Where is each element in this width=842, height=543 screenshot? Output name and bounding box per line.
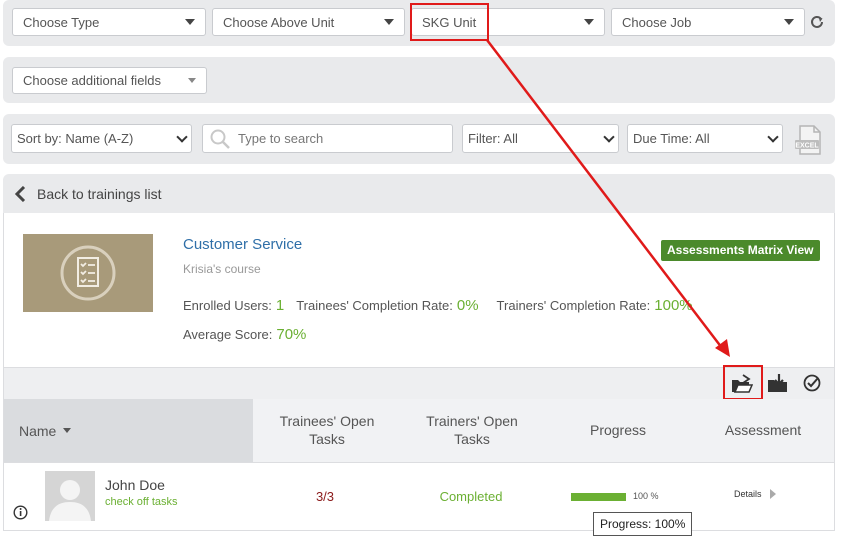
above-unit-select[interactable]: Choose Above Unit	[212, 8, 405, 36]
chevron-left-icon	[14, 186, 26, 202]
avg-label: Average Score:	[183, 327, 273, 342]
progress-value: 100 %	[633, 491, 659, 501]
average-score: Average Score: 70%	[183, 326, 306, 343]
additional-fields-label: Choose additional fields	[23, 73, 162, 88]
chevron-down-icon	[176, 130, 188, 143]
trainees-open-value: 3/3	[315, 489, 335, 504]
progress-bar	[571, 493, 626, 501]
progress-header: Progress	[589, 422, 647, 438]
check-off-tasks-link[interactable]: check off tasks	[105, 496, 178, 508]
sort-select-label: Sort by: Name (A-Z)	[17, 131, 134, 146]
progress-bar-fill	[571, 493, 626, 501]
name-column-header[interactable]: Name	[4, 399, 253, 462]
user-name[interactable]: John Doe	[105, 477, 165, 493]
caret-right-icon	[769, 489, 776, 499]
trainers-rate-label: Trainers' Completion Rate:	[496, 298, 651, 313]
avg-value: 70%	[276, 326, 307, 343]
svg-text:EXCEL: EXCEL	[795, 143, 819, 150]
trainers-open-value: Completed	[439, 489, 503, 504]
course-thumbnail	[23, 234, 153, 312]
job-select[interactable]: Choose Job	[611, 8, 805, 36]
search-icon	[210, 129, 230, 149]
above-unit-select-label: Choose Above Unit	[223, 14, 335, 30]
chevron-down-icon	[603, 130, 615, 143]
assessments-matrix-button[interactable]: Assessments Matrix View	[661, 240, 820, 261]
type-select[interactable]: Choose Type	[12, 8, 206, 36]
download-folder-icon[interactable]	[767, 373, 789, 393]
due-time-select[interactable]: Due Time: All	[627, 124, 783, 153]
filter-select[interactable]: Filter: All	[462, 124, 619, 153]
unit-highlight-box	[410, 3, 489, 41]
avatar	[45, 471, 95, 521]
sort-select[interactable]: Sort by: Name (A-Z)	[11, 124, 192, 153]
due-time-select-label: Due Time: All	[633, 131, 710, 146]
assessment-header: Assessment	[724, 422, 802, 438]
filter-select-label: Filter: All	[468, 131, 518, 146]
details-label: Details	[734, 489, 762, 499]
table-header: Name Trainees' Open Tasks Trainers' Open…	[3, 399, 835, 462]
course-stats: Enrolled Users: 1 Trainees' Completion R…	[183, 297, 693, 314]
chevron-down-icon	[384, 19, 394, 25]
checklist-icon	[60, 245, 116, 301]
progress-tooltip: Progress: 100%	[593, 512, 693, 536]
trainees-rate-value: 0%	[456, 297, 479, 314]
name-header-label: Name	[19, 422, 57, 439]
details-link[interactable]: Details	[734, 489, 776, 499]
chevron-down-icon	[767, 130, 779, 143]
trainees-rate-label: Trainees' Completion Rate:	[296, 298, 453, 313]
trainers-open-header: Trainers' Open Tasks	[426, 413, 518, 447]
chevron-down-icon	[584, 19, 594, 25]
type-select-label: Choose Type	[23, 14, 100, 30]
chevron-down-icon	[188, 78, 196, 83]
search-input[interactable]: Type to search	[202, 124, 453, 153]
additional-fields-select[interactable]: Choose additional fields	[12, 67, 207, 94]
back-to-list-link[interactable]: Back to trainings list	[14, 184, 162, 204]
sort-caret-icon	[63, 428, 72, 433]
chevron-down-icon	[185, 19, 195, 25]
course-subtitle: Krisia's course	[183, 262, 261, 276]
trainees-open-header: Trainees' Open Tasks	[279, 413, 375, 447]
course-title[interactable]: Customer Service	[183, 236, 302, 253]
enrolled-value: 1	[275, 297, 285, 314]
job-select-label: Choose Job	[622, 14, 692, 30]
check-circle-icon[interactable]	[803, 374, 821, 392]
table-toolbar	[3, 367, 835, 400]
refresh-icon[interactable]	[809, 14, 825, 30]
excel-export-icon[interactable]: EXCEL	[793, 124, 825, 156]
search-placeholder: Type to search	[238, 131, 324, 146]
chevron-down-icon	[784, 19, 794, 25]
enrolled-label: Enrolled Users:	[183, 298, 272, 313]
trainers-rate-value: 100%	[654, 297, 693, 314]
action-highlight-box	[723, 365, 763, 400]
back-link-label: Back to trainings list	[37, 186, 162, 202]
info-icon[interactable]	[13, 505, 28, 520]
